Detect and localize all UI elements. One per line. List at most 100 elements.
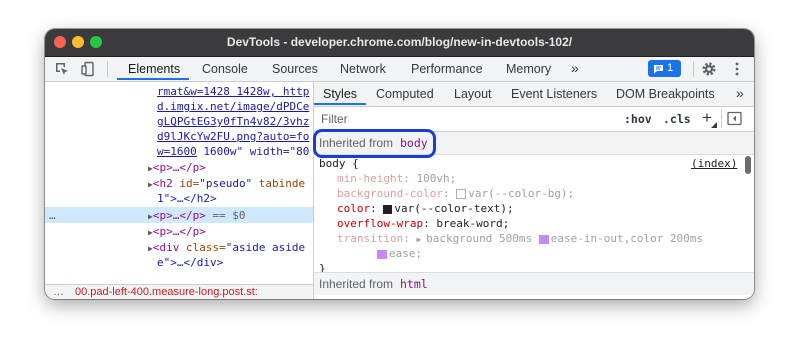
tag-text: <h2: [152, 177, 180, 190]
more-sidebar-tabs-button[interactable]: »: [736, 85, 744, 101]
srcset-link[interactable]: w=1600: [157, 145, 197, 158]
tab-console[interactable]: Console: [202, 62, 248, 76]
dom-node-p-selected[interactable]: ▶<p>…</p> == $0: [148, 209, 246, 222]
issues-count: 1: [667, 62, 674, 74]
breadcrumb-ellipsis[interactable]: …: [53, 286, 64, 298]
tab-memory[interactable]: Memory: [506, 62, 551, 76]
css-property-row[interactable]: min-height: 100vh;: [337, 172, 456, 185]
property-name: min-height: [337, 172, 404, 185]
hov-button[interactable]: :hov: [624, 112, 652, 126]
dom-node-h2[interactable]: ▶<h2 id="pseudo" tabinde: [148, 177, 305, 190]
tab-layout[interactable]: Layout: [454, 87, 492, 101]
tab-computed[interactable]: Computed: [376, 87, 434, 101]
toolbar-divider: [693, 61, 694, 77]
css-property-row[interactable]: background-color: var(--color-bg);: [337, 187, 574, 200]
css-property-continuation: ease;: [377, 247, 422, 260]
easing-editor-icon[interactable]: [538, 234, 549, 244]
property-value: background 500ms: [426, 232, 539, 245]
html-line: w=1600 1600w" width="80: [157, 145, 309, 158]
sidebar-tabs: Styles Computed Layout Event Listeners D…: [314, 82, 754, 107]
issues-icon: [654, 65, 663, 74]
html-line: e">…</div>: [157, 256, 223, 269]
more-tabs-button[interactable]: »: [571, 60, 579, 76]
inherited-section-header: Inherited from html: [314, 272, 754, 295]
attr-name: tabinde: [252, 177, 306, 190]
color-swatch[interactable]: [456, 189, 467, 199]
tag-text: <p>…</p>: [152, 209, 206, 222]
devtools-window: DevTools - developer.chrome.com/blog/new…: [45, 29, 754, 299]
tab-styles[interactable]: Styles: [323, 87, 357, 101]
scrollbar-thumb[interactable]: [745, 156, 751, 174]
row-menu-icon[interactable]: …: [49, 209, 56, 222]
srcset-link[interactable]: gLQPGtEG3y0fTn4v82/3vhz: [157, 115, 309, 128]
html-line: d9lJKcYw2FU.png?auto=fo: [157, 130, 309, 143]
inspect-icon[interactable]: [54, 61, 70, 77]
easing-editor-icon[interactable]: [377, 249, 387, 259]
tab-performance[interactable]: Performance: [411, 62, 483, 76]
css-property-row[interactable]: overflow-wrap: break-word;: [337, 217, 509, 230]
html-line: d.imgix.net/image/dPDCe: [157, 100, 309, 113]
color-swatch[interactable]: [383, 204, 393, 214]
tab-dom-breakpoints[interactable]: DOM Breakpoints: [616, 87, 715, 101]
attr-value: e">…</div>: [157, 256, 224, 269]
attr-value: "aside aside: [225, 241, 306, 254]
elements-tree: rmat&w=1428 1428w, http d.imgix.net/imag…: [45, 82, 313, 284]
attr-value: "pseudo": [199, 177, 253, 190]
srcset-link[interactable]: d.imgix.net/image/dPDCe: [157, 100, 309, 113]
property-value: ,color 200ms: [623, 232, 704, 245]
inherited-section-header: Inherited from body: [313, 129, 754, 158]
property-value: ease: [389, 247, 416, 260]
filter-divider: [721, 109, 722, 128]
css-property-row[interactable]: transition: ▶ background 500ms ease-in-o…: [337, 232, 703, 245]
html-line: 1">…</h2>: [157, 192, 217, 205]
property-value: ease-in-out: [550, 232, 624, 245]
srcset-link[interactable]: rmat&w=1428 1428w, http: [157, 85, 309, 98]
attr-value: 1">…</h2>: [157, 192, 217, 205]
inherited-node-link[interactable]: html: [400, 277, 428, 291]
filter-placeholder: Filter: [321, 112, 348, 126]
main-toolbar: Elements Console Sources Network Perform…: [45, 57, 754, 82]
filter-input[interactable]: Filter: [316, 109, 614, 127]
tag-text: <div: [152, 241, 186, 254]
active-tab-indicator: [117, 78, 189, 80]
kebab-menu-icon[interactable]: [729, 61, 745, 77]
dom-node-div[interactable]: ▶<div class="aside aside: [148, 241, 305, 254]
html-line: gLQPGtEG3y0fTn4v82/3vhz: [157, 115, 309, 128]
tab-event-listeners[interactable]: Event Listeners: [511, 87, 597, 101]
dom-node-p[interactable]: ▶<p>…</p>: [148, 161, 206, 174]
property-name: transition: [337, 232, 404, 245]
tag-text: <p>…</p>: [152, 161, 206, 174]
property-name: color: [337, 202, 371, 215]
css-property-row[interactable]: color: var(--color-text);: [337, 202, 514, 215]
breadcrumb-item[interactable]: 00.pad-left-400.measure-long.post.st:: [75, 286, 258, 298]
cls-button[interactable]: .cls: [663, 112, 691, 126]
tab-sources[interactable]: Sources: [272, 62, 318, 76]
selected-marker: == $0: [205, 209, 246, 222]
inherited-label: Inherited from: [319, 277, 394, 291]
corner-triangle-icon: [711, 122, 717, 128]
attr-name: class=: [185, 241, 226, 254]
srcset-link[interactable]: d9lJKcYw2FU.png?auto=fo: [157, 130, 309, 143]
gear-icon[interactable]: [701, 61, 717, 77]
device-toolbar-icon[interactable]: [80, 61, 96, 77]
title-bar: DevTools - developer.chrome.com/blog/new…: [45, 29, 754, 57]
tag-text: <p>…</p>: [152, 225, 206, 238]
property-value: var(--color-bg): [468, 187, 568, 200]
property-value: break-word: [436, 217, 503, 230]
tab-elements[interactable]: Elements: [128, 62, 180, 76]
property-name: overflow-wrap: [337, 217, 424, 230]
dom-node-p[interactable]: ▶<p>…</p>: [148, 225, 206, 238]
breadcrumb: … 00.pad-left-400.measure-long.post.st:: [45, 284, 313, 299]
rule-source-link[interactable]: (index): [691, 157, 737, 170]
property-value: 100vh: [416, 172, 450, 185]
html-line: rmat&w=1428 1428w, http: [157, 85, 309, 98]
active-sidebar-tab-indicator: [314, 103, 366, 105]
tab-network[interactable]: Network: [340, 62, 386, 76]
attr-name: id=: [179, 177, 200, 190]
toolbar-divider: [107, 61, 108, 77]
rule-selector[interactable]: body {: [319, 157, 359, 170]
property-value: var(--color-text): [394, 202, 507, 215]
toggle-sidebar-icon[interactable]: [727, 111, 742, 126]
style-rule-body: body { (index) min-height: 100vh; backgr…: [314, 154, 754, 284]
expand-triangle-icon[interactable]: ▶: [416, 235, 426, 244]
